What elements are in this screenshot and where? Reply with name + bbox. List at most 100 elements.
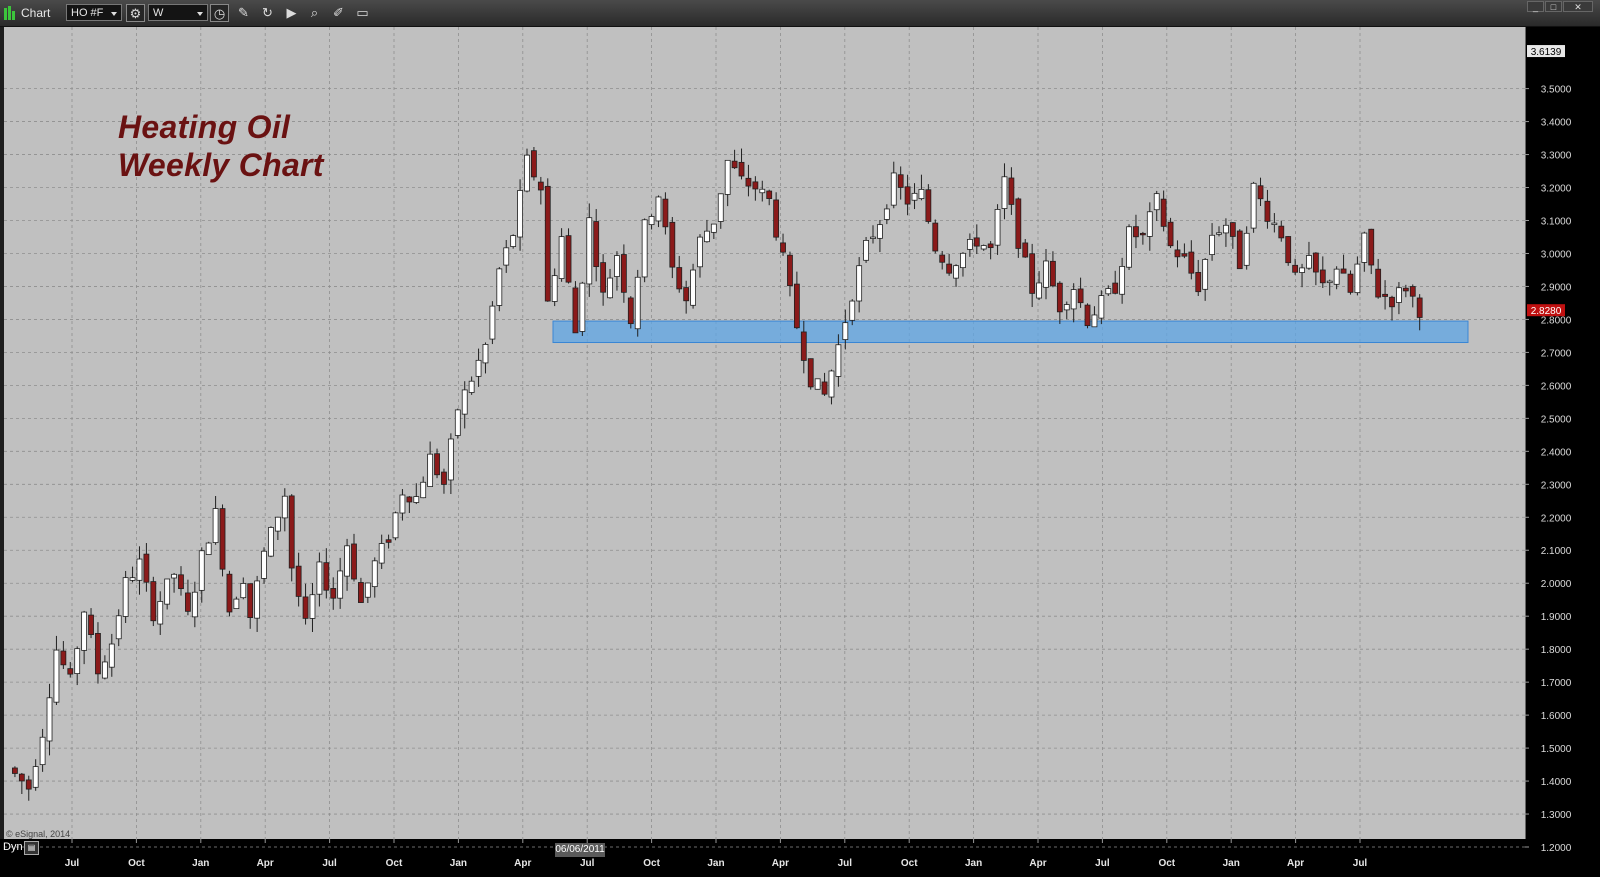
candle-up xyxy=(697,236,703,268)
candle-down xyxy=(88,614,94,635)
candle-up xyxy=(281,495,288,519)
candle-down xyxy=(676,267,683,290)
candle-down xyxy=(1416,297,1423,318)
candle-up xyxy=(108,643,115,668)
candle-up xyxy=(392,512,399,539)
candle-down xyxy=(1139,232,1146,236)
candle-up xyxy=(454,409,461,436)
candle-down xyxy=(358,582,364,603)
candle-up xyxy=(883,208,890,220)
candle-up xyxy=(648,216,655,226)
price-tick-label: 1.8000 xyxy=(1541,645,1572,656)
candle-down xyxy=(662,198,669,228)
candle-up xyxy=(1223,224,1229,234)
candle-down xyxy=(593,221,600,268)
candle-up xyxy=(309,594,316,619)
candle-down xyxy=(683,287,690,302)
candle-up xyxy=(274,516,281,532)
candle-up xyxy=(447,438,454,481)
candle-up xyxy=(994,209,1001,246)
candle-down xyxy=(25,779,32,790)
price-tick-label: 1.3000 xyxy=(1541,810,1572,821)
candle-down xyxy=(544,185,551,302)
candle-down xyxy=(1188,251,1195,274)
candle-up xyxy=(205,542,212,555)
support-zone xyxy=(552,320,1469,344)
candle-down xyxy=(1409,286,1416,297)
time-tick-label: Oct xyxy=(386,858,403,869)
time-tick-label: Oct xyxy=(1158,858,1175,869)
candle-up xyxy=(191,591,198,618)
candle-up xyxy=(399,494,406,514)
candle-down xyxy=(1402,287,1409,292)
candle-up xyxy=(856,265,863,302)
time-tick-label: Apr xyxy=(1287,858,1304,869)
candle-down xyxy=(1174,249,1181,258)
candle-down xyxy=(95,633,101,675)
candle-down xyxy=(1264,200,1271,222)
candle-down xyxy=(1181,253,1188,257)
time-mode-button[interactable]: ▤ xyxy=(24,841,39,855)
time-tick-label: Jul xyxy=(580,858,595,869)
candle-down xyxy=(904,186,911,205)
price-tick-label: 2.5000 xyxy=(1541,414,1572,425)
candle-up xyxy=(870,236,876,239)
price-tick-label: 3.0000 xyxy=(1541,249,1572,260)
candle-down xyxy=(295,565,302,597)
candle-down xyxy=(1167,221,1174,247)
candle-up xyxy=(1271,222,1278,225)
candle-up xyxy=(1043,260,1049,288)
candle-down xyxy=(531,150,537,178)
candle-up xyxy=(1396,287,1402,303)
candle-down xyxy=(787,254,793,287)
candle-down xyxy=(821,381,828,395)
candle-down xyxy=(1278,225,1285,239)
candle-down xyxy=(1015,198,1022,249)
candle-down xyxy=(745,177,752,187)
candle-up xyxy=(46,697,53,742)
candle-down xyxy=(1257,185,1264,200)
candle-up xyxy=(461,389,468,415)
candle-down xyxy=(537,181,544,191)
candle-down xyxy=(731,160,738,169)
price-tick-label: 2.6000 xyxy=(1541,381,1572,392)
time-tick-label: Oct xyxy=(643,858,660,869)
candle-down xyxy=(800,331,807,361)
candle-up xyxy=(510,235,517,247)
candle-up xyxy=(1105,288,1112,295)
candle-down xyxy=(1319,269,1326,284)
candle-up xyxy=(1126,226,1132,268)
candle-down xyxy=(1368,228,1375,266)
candle-up xyxy=(1098,295,1105,319)
candle-up xyxy=(420,481,427,499)
candle-up xyxy=(586,217,593,285)
candle-up xyxy=(1326,280,1333,284)
candle-up xyxy=(1063,304,1070,311)
candle-down xyxy=(178,574,184,590)
price-tick-label: 2.1000 xyxy=(1541,546,1572,557)
price-tick-label: 2.9000 xyxy=(1541,282,1572,293)
candle-up xyxy=(828,370,835,398)
time-tick-label: Jan xyxy=(707,858,724,869)
candle-up xyxy=(558,236,565,279)
candle-up xyxy=(157,601,164,625)
candle-up xyxy=(704,230,710,243)
candle-down xyxy=(330,588,337,599)
time-tick-label: Jan xyxy=(1223,858,1240,869)
candle-up xyxy=(74,648,81,674)
price-tick-label: 1.4000 xyxy=(1541,777,1572,788)
candle-up xyxy=(489,305,496,340)
candle-down xyxy=(1340,268,1347,274)
price-tick-label: 2.0000 xyxy=(1541,579,1572,590)
time-tick-label: Jul xyxy=(322,858,337,869)
candle-down xyxy=(1382,293,1388,297)
candle-up xyxy=(101,661,108,679)
candle-up xyxy=(482,343,489,364)
candle-down xyxy=(1084,304,1091,327)
candle-down xyxy=(1050,260,1056,287)
time-tick-label: Jul xyxy=(65,858,80,869)
candle-down xyxy=(143,553,150,583)
candle-down xyxy=(302,596,309,619)
candle-up xyxy=(1036,282,1042,299)
high-marker-label: 3.6139 xyxy=(1531,47,1562,58)
